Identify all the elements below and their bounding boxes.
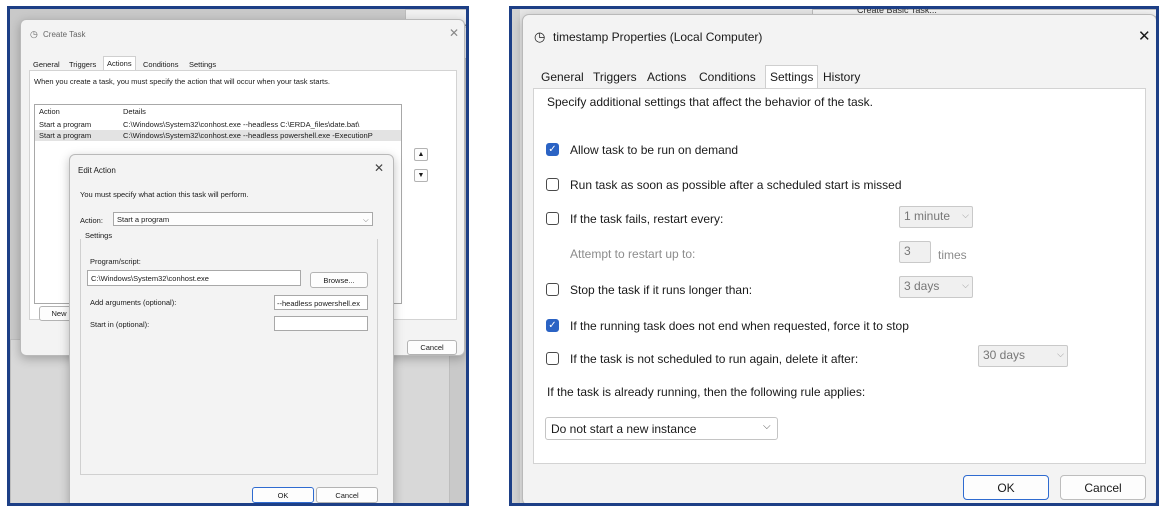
rule-select[interactable]: Do not start a new instance ⌵ bbox=[545, 417, 778, 440]
restart-interval-select[interactable]: 1 minute ⌵ bbox=[899, 206, 973, 228]
ok-button[interactable]: OK bbox=[252, 487, 314, 503]
ok-button[interactable]: OK bbox=[963, 475, 1049, 500]
arguments-input[interactable]: --headless powershell.ex bbox=[274, 295, 368, 310]
column-header-details: Details bbox=[123, 107, 146, 116]
action-label: Action: bbox=[80, 216, 103, 225]
run-asap-checkbox[interactable] bbox=[546, 178, 559, 191]
stop-long-value: 3 days bbox=[904, 279, 940, 293]
column-header-action: Action bbox=[39, 107, 60, 116]
delete-after-label: If the task is not scheduled to run agai… bbox=[570, 352, 859, 366]
move-down-button[interactable]: ▼ bbox=[414, 169, 428, 182]
instruction-text: You must specify what action this task w… bbox=[80, 190, 249, 199]
row-action: Start a program bbox=[39, 120, 92, 129]
chevron-down-icon: ⌵ bbox=[962, 280, 969, 290]
attempt-label: Attempt to restart up to: bbox=[570, 247, 696, 261]
restart-label: If the task fails, restart every: bbox=[570, 212, 724, 226]
row-action: Start a program bbox=[39, 131, 92, 140]
background-window bbox=[512, 9, 520, 503]
background-window bbox=[10, 339, 70, 503]
program-input[interactable]: C:\Windows\System32\conhost.exe bbox=[87, 270, 301, 286]
instruction-text: When you create a task, you must specify… bbox=[34, 77, 330, 86]
window-title: timestamp Properties (Local Computer) bbox=[553, 30, 763, 44]
clock-icon: ◷ bbox=[534, 29, 546, 44]
stop-long-label: Stop the task if it runs longer than: bbox=[570, 283, 753, 297]
program-input-value: C:\Windows\System32\conhost.exe bbox=[91, 274, 209, 283]
program-label: Program/script: bbox=[90, 257, 141, 266]
chevron-down-icon: ⌵ bbox=[363, 215, 369, 224]
cancel-button[interactable]: Cancel bbox=[316, 487, 378, 503]
tab-history[interactable]: History bbox=[819, 67, 864, 87]
rule-label: If the task is already running, then the… bbox=[547, 385, 866, 399]
chevron-down-icon: ⌵ bbox=[1057, 349, 1064, 359]
delete-after-select[interactable]: 30 days ⌵ bbox=[978, 345, 1068, 367]
edit-action-dialog: Edit Action ✕ You must specify what acti… bbox=[69, 154, 394, 503]
stop-long-checkbox[interactable] bbox=[546, 283, 559, 296]
chevron-down-icon: ⌵ bbox=[763, 421, 771, 432]
run-asap-label: Run task as soon as possible after a sch… bbox=[570, 178, 902, 192]
restart-checkbox[interactable] bbox=[546, 212, 559, 225]
close-icon[interactable]: ✕ bbox=[1138, 27, 1151, 45]
tab-general[interactable]: General bbox=[537, 67, 588, 87]
action-select-value: Start a program bbox=[117, 215, 170, 224]
arguments-label: Add arguments (optional): bbox=[90, 298, 177, 307]
close-icon[interactable]: ✕ bbox=[449, 26, 459, 40]
tab-conditions[interactable]: Conditions bbox=[695, 67, 760, 87]
start-in-input[interactable] bbox=[274, 316, 368, 331]
window-title: Create Task bbox=[43, 30, 86, 39]
intro-text: Specify additional settings that affect … bbox=[547, 95, 873, 109]
chevron-down-icon: ⌵ bbox=[962, 210, 969, 220]
tab-triggers[interactable]: Triggers bbox=[589, 67, 641, 87]
table-row[interactable]: Start a program C:\Windows\System32\conh… bbox=[35, 130, 401, 141]
move-up-button[interactable]: ▲ bbox=[414, 148, 428, 161]
cancel-button[interactable]: Cancel bbox=[407, 340, 457, 355]
rule-select-value: Do not start a new instance bbox=[551, 422, 697, 436]
tab-actions[interactable]: Actions bbox=[643, 67, 690, 87]
row-details: C:\Windows\System32\conhost.exe --headle… bbox=[123, 131, 373, 140]
delete-after-checkbox[interactable] bbox=[546, 352, 559, 365]
left-screenshot-panel: de ol ◷ Create Task ✕ General Triggers A… bbox=[7, 6, 469, 506]
attempt-count-input[interactable]: 3 bbox=[899, 241, 931, 263]
clock-icon: ◷ bbox=[30, 29, 38, 39]
start-in-label: Start in (optional): bbox=[90, 320, 150, 329]
restart-interval-value: 1 minute bbox=[904, 209, 951, 223]
allow-demand-label: Allow task to be run on demand bbox=[570, 143, 739, 157]
close-icon[interactable]: ✕ bbox=[374, 161, 384, 175]
attempt-unit: times bbox=[938, 248, 967, 262]
force-stop-checkbox[interactable]: ✓ bbox=[546, 319, 559, 332]
force-stop-label: If the running task does not end when re… bbox=[570, 319, 909, 333]
browse-button[interactable]: Browse... bbox=[310, 272, 368, 288]
action-select[interactable]: Start a program ⌵ bbox=[113, 212, 373, 226]
table-row[interactable]: Start a program C:\Windows\System32\conh… bbox=[35, 119, 401, 130]
attempt-count-value: 3 bbox=[904, 244, 911, 258]
task-properties-window: ◷ timestamp Properties (Local Computer) … bbox=[522, 14, 1156, 503]
row-details: C:\Windows\System32\conhost.exe --headle… bbox=[123, 120, 360, 129]
tab-actions[interactable]: Actions bbox=[103, 56, 136, 70]
allow-demand-checkbox[interactable]: ✓ bbox=[546, 143, 559, 156]
stop-long-select[interactable]: 3 days ⌵ bbox=[899, 276, 973, 298]
delete-after-value: 30 days bbox=[983, 348, 1026, 362]
tab-settings[interactable]: Settings bbox=[765, 65, 819, 88]
right-screenshot-panel: Create Basic Task... ◷ timestamp Propert… bbox=[509, 6, 1159, 506]
background-window bbox=[390, 354, 450, 503]
arguments-input-value: --headless powershell.ex bbox=[277, 299, 360, 308]
dialog-title: Edit Action bbox=[78, 166, 116, 175]
cancel-button[interactable]: Cancel bbox=[1060, 475, 1146, 500]
